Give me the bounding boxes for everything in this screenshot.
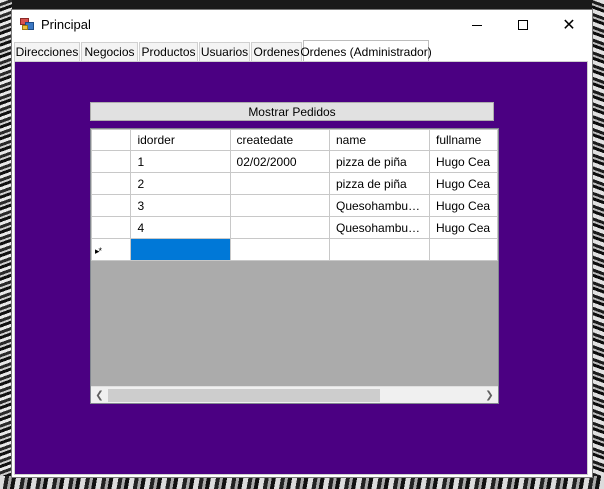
new-row-cell-createdate[interactable]: [229, 238, 331, 261]
column-header-createdate[interactable]: createdate: [229, 129, 331, 151]
row-header[interactable]: [91, 172, 132, 195]
tab-ordenes[interactable]: Ordenes: [251, 42, 302, 61]
close-button[interactable]: ✕: [546, 10, 592, 40]
cell-createdate[interactable]: [229, 216, 331, 239]
cell-name[interactable]: pizza de piña: [329, 172, 430, 195]
tab-usuarios[interactable]: Usuarios: [199, 42, 250, 61]
scrollbar-thumb[interactable]: [108, 389, 380, 402]
minimize-button[interactable]: [454, 10, 500, 40]
orders-data-grid[interactable]: idorder createdate name fullname 1 02/02…: [90, 128, 499, 404]
principal-window: Principal ✕ Direcciones Negocios Product…: [11, 9, 593, 478]
cell-fullname[interactable]: Hugo Cea: [429, 216, 498, 239]
new-row: ▸*: [91, 238, 498, 261]
row-header-corner[interactable]: [91, 129, 132, 151]
orders-table: idorder createdate name fullname 1 02/02…: [91, 129, 498, 261]
window-title: Principal: [41, 17, 91, 32]
desktop-background-right: [592, 0, 604, 489]
cell-createdate[interactable]: [229, 194, 331, 217]
new-row-marker-icon: ▸*: [95, 245, 102, 256]
new-row-header[interactable]: ▸*: [91, 238, 132, 261]
tab-ordenes-administrador[interactable]: Ordenes (Administrador): [300, 40, 432, 62]
cell-name[interactable]: Quesohamburgu...: [329, 194, 430, 217]
row-header[interactable]: [91, 216, 132, 239]
title-bar[interactable]: Principal ✕: [12, 10, 592, 40]
cell-createdate[interactable]: [229, 172, 331, 195]
cell-name[interactable]: Quesohamburgu...: [329, 216, 430, 239]
new-row-cell-name[interactable]: [329, 238, 430, 261]
ordenes-admin-panel: Mostrar Pedidos idorder createdate name …: [14, 61, 588, 475]
tab-negocios[interactable]: Negocios: [81, 42, 138, 61]
mostrar-pedidos-button[interactable]: Mostrar Pedidos: [90, 102, 494, 121]
row-header[interactable]: [91, 194, 132, 217]
scroll-right-arrow-icon[interactable]: ❯: [481, 387, 498, 403]
maximize-icon: [518, 20, 528, 30]
table-row: 3 Quesohamburgu... Hugo Cea: [91, 194, 498, 217]
column-header-idorder[interactable]: idorder: [130, 129, 231, 151]
row-header[interactable]: [91, 150, 132, 173]
horizontal-scrollbar[interactable]: ❮ ❯: [91, 386, 498, 403]
column-header-name[interactable]: name: [329, 129, 430, 151]
tab-strip: Direcciones Negocios Productos Usuarios …: [14, 40, 590, 62]
table-row: 1 02/02/2000 pizza de piña Hugo Cea: [91, 150, 498, 173]
column-header-fullname[interactable]: fullname: [429, 129, 498, 151]
cell-fullname[interactable]: Hugo Cea: [429, 150, 498, 173]
new-row-cell-idorder-selected[interactable]: [130, 238, 231, 261]
cell-createdate[interactable]: 02/02/2000: [229, 150, 331, 173]
table-row: 2 pizza de piña Hugo Cea: [91, 172, 498, 195]
cell-idorder[interactable]: 2: [130, 172, 231, 195]
tab-direcciones[interactable]: Direcciones: [14, 42, 80, 61]
cell-idorder[interactable]: 4: [130, 216, 231, 239]
scroll-left-arrow-icon[interactable]: ❮: [91, 387, 108, 403]
new-row-cell-fullname[interactable]: [429, 238, 498, 261]
close-icon: ✕: [562, 15, 576, 34]
tab-productos[interactable]: Productos: [139, 42, 198, 61]
minimize-icon: [472, 24, 482, 26]
windows-forms-app-icon: [20, 18, 35, 31]
cell-name[interactable]: pizza de piña: [329, 150, 430, 173]
maximize-button[interactable]: [500, 10, 546, 40]
cell-idorder[interactable]: 3: [130, 194, 231, 217]
grid-header-row: idorder createdate name fullname: [91, 129, 498, 151]
cell-idorder[interactable]: 1: [130, 150, 231, 173]
cell-fullname[interactable]: Hugo Cea: [429, 172, 498, 195]
cell-fullname[interactable]: Hugo Cea: [429, 194, 498, 217]
table-row: 4 Quesohamburgu... Hugo Cea: [91, 216, 498, 239]
